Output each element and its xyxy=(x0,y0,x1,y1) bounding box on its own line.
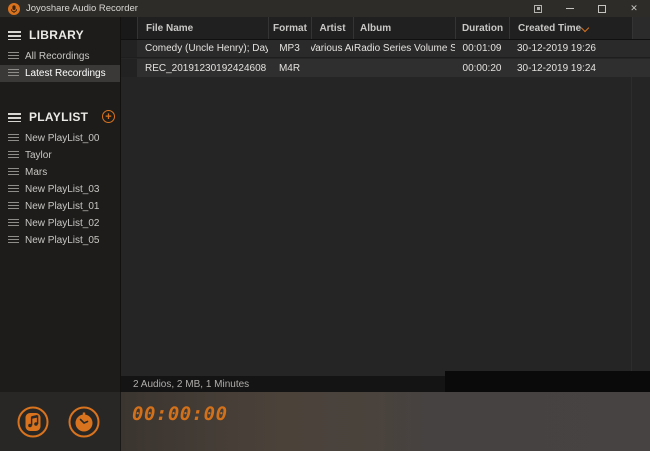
feedback-menu-button[interactable] xyxy=(528,1,548,16)
list-icon xyxy=(8,52,19,61)
maximize-button[interactable] xyxy=(592,1,612,16)
cell-album: Radio Series Volume Sever xyxy=(353,40,455,57)
app-title: Joyoshare Audio Recorder xyxy=(26,3,138,14)
cell-created-time: 30-12-2019 19:24 xyxy=(509,59,632,77)
table-row[interactable]: Comedy (Uncle Henry); Daybrea MP3 Variou… xyxy=(121,40,650,58)
list-icon xyxy=(8,236,19,245)
list-icon xyxy=(8,69,19,78)
alarm-clock-icon xyxy=(67,405,101,439)
cell-duration: 00:01:09 xyxy=(455,40,509,57)
sidebar-item-latest-recordings[interactable]: Latest Recordings xyxy=(0,65,120,82)
header-gutter xyxy=(632,17,650,39)
record-timer-button[interactable] xyxy=(67,405,101,439)
close-button[interactable]: ✕ xyxy=(624,1,644,16)
column-header-file-name[interactable]: File Name xyxy=(137,17,268,39)
cell-file-name: Comedy (Uncle Henry); Daybrea xyxy=(137,40,268,57)
list-icon xyxy=(8,134,19,143)
sidebar: LIBRARY All Recordings Latest Recordings… xyxy=(0,17,121,392)
list-icon xyxy=(8,168,19,177)
list-icon xyxy=(8,185,19,194)
table-empty-area xyxy=(121,77,650,376)
minimize-button[interactable] xyxy=(560,1,580,16)
app-window: Joyoshare Audio Recorder ✕ LIBRARY All R… xyxy=(0,0,650,451)
cell-created-time: 30-12-2019 19:26 xyxy=(509,40,632,57)
list-icon xyxy=(8,219,19,228)
cell-album xyxy=(353,59,455,77)
sidebar-item-all-recordings[interactable]: All Recordings xyxy=(0,48,120,65)
playlist-menu-icon xyxy=(8,113,21,122)
library-title: LIBRARY xyxy=(29,28,84,42)
playlist-section-header: PLAYLIST + xyxy=(0,104,120,130)
library-menu-icon xyxy=(8,31,21,40)
column-header-format[interactable]: Format xyxy=(268,17,311,39)
sidebar-item-playlist-1[interactable]: Taylor xyxy=(0,147,120,164)
sidebar-item-playlist-5[interactable]: New PlayList_02 xyxy=(0,215,120,232)
cell-file-name: REC_20191230192424608 xyxy=(137,59,268,77)
recording-timer: 00:00:00 xyxy=(132,403,228,425)
cell-artist xyxy=(311,59,353,77)
sidebar-item-playlist-6[interactable]: New PlayList_05 xyxy=(0,232,120,249)
menu-square-icon xyxy=(534,5,542,13)
cell-format: MP3 xyxy=(268,40,311,57)
column-header-artist[interactable]: Artist xyxy=(311,17,353,39)
table-header: File Name Format Artist Album Duration C… xyxy=(121,17,650,40)
minimize-icon xyxy=(566,8,574,9)
scrollbar-track[interactable] xyxy=(631,77,632,376)
title-bar: Joyoshare Audio Recorder ✕ xyxy=(0,0,650,17)
cell-duration: 00:00:20 xyxy=(455,59,509,77)
column-header-album[interactable]: Album xyxy=(353,17,455,39)
window-controls: ✕ xyxy=(528,0,644,17)
maximize-icon xyxy=(598,5,606,13)
recordings-table: File Name Format Artist Album Duration C… xyxy=(121,17,650,376)
bottom-toolbar xyxy=(0,392,121,451)
app-logo-icon xyxy=(8,3,20,15)
sidebar-item-playlist-4[interactable]: New PlayList_01 xyxy=(0,198,120,215)
header-icon-column xyxy=(121,17,137,39)
add-playlist-button[interactable]: + xyxy=(102,110,115,123)
sidebar-item-playlist-3[interactable]: New PlayList_03 xyxy=(0,181,120,198)
sidebar-item-playlist-2[interactable]: Mars xyxy=(0,164,120,181)
column-header-created-time[interactable]: Created Time xyxy=(509,17,632,39)
list-icon xyxy=(8,202,19,211)
column-header-duration[interactable]: Duration xyxy=(455,17,509,39)
library-section-header: LIBRARY xyxy=(0,22,120,48)
library-summary: 2 Audios, 2 MB, 1 Minutes xyxy=(133,379,249,390)
id3-tag-music-button[interactable] xyxy=(16,405,50,439)
list-icon xyxy=(8,151,19,160)
table-row[interactable]: REC_20191230192424608 M4R 00:00:20 30-12… xyxy=(121,59,650,77)
cell-format: M4R xyxy=(268,59,311,77)
recording-control-bar: 00:00:00 xyxy=(121,392,650,451)
sidebar-item-playlist-0[interactable]: New PlayList_00 xyxy=(0,130,120,147)
cell-artist: Various Ar xyxy=(311,40,353,57)
playlist-title: PLAYLIST xyxy=(29,110,88,124)
sort-chevron-down-icon[interactable] xyxy=(581,24,589,32)
sidebar-spacer xyxy=(0,82,120,104)
music-note-icon xyxy=(16,405,50,439)
